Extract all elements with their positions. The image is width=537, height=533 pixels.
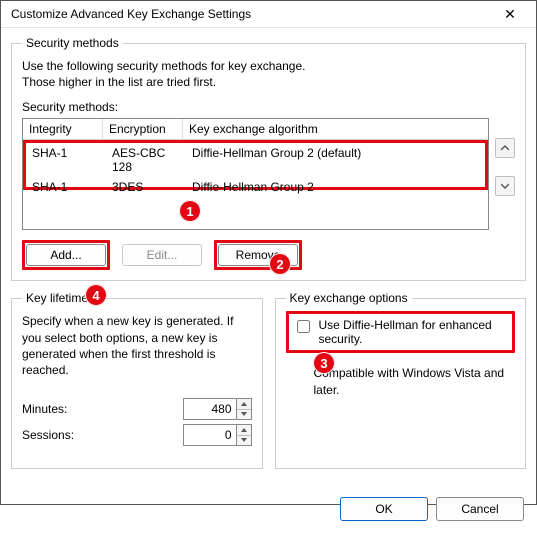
cell-algorithm: Diffie-Hellman Group 2 (default): [186, 143, 485, 177]
dialog-content: Security methods Use the following secur…: [1, 28, 536, 487]
table-row[interactable]: SHA-1 AES-CBC 128 Diffie-Hellman Group 2…: [26, 143, 485, 177]
callout-3: 3: [313, 352, 335, 374]
col-encryption[interactable]: Encryption: [103, 119, 183, 139]
minutes-input[interactable]: [183, 398, 237, 420]
cell-encryption: AES-CBC 128: [106, 143, 186, 177]
table-row[interactable]: SHA-1 3DES Diffie-Hellman Group 2: [26, 177, 485, 197]
list-header: Integrity Encryption Key exchange algori…: [23, 119, 488, 140]
sessions-input[interactable]: [183, 424, 237, 446]
lifetimes-desc: Specify when a new key is generated. If …: [22, 313, 252, 378]
edit-button: Edit...: [122, 244, 202, 266]
key-lifetimes-group: Key lifetimes Specify when a new key is …: [11, 291, 263, 469]
minutes-down-icon[interactable]: [237, 410, 251, 420]
key-exchange-options-group: Key exchange options Use Diffie-Hellman …: [275, 291, 527, 469]
titlebar: Customize Advanced Key Exchange Settings…: [1, 1, 536, 28]
security-intro: Use the following security methods for k…: [22, 58, 515, 90]
security-intro-line2: Those higher in the list are tried first…: [22, 74, 515, 90]
add-button[interactable]: Add...: [26, 244, 106, 266]
dh-option-highlight: Use Diffie-Hellman for enhanced security…: [286, 311, 516, 353]
callout-1: 1: [179, 200, 201, 222]
move-down-button[interactable]: [495, 176, 515, 196]
security-methods-list[interactable]: Integrity Encryption Key exchange algori…: [22, 118, 489, 230]
dh-checkbox-row[interactable]: Use Diffie-Hellman for enhanced security…: [293, 318, 509, 346]
col-algorithm[interactable]: Key exchange algorithm: [183, 119, 488, 139]
reorder-buttons: [495, 138, 515, 196]
close-icon[interactable]: ✕: [492, 5, 528, 23]
callout-4: 4: [85, 284, 107, 306]
minutes-up-icon[interactable]: [237, 399, 251, 410]
key-exchange-options-legend: Key exchange options: [286, 291, 412, 305]
security-methods-legend: Security methods: [22, 36, 123, 50]
add-highlight: Add...: [22, 240, 110, 270]
sessions-spinner[interactable]: [183, 424, 252, 446]
list-body: SHA-1 AES-CBC 128 Diffie-Hellman Group 2…: [23, 140, 488, 190]
dialog-title: Customize Advanced Key Exchange Settings: [11, 7, 251, 21]
callout-2: 2: [269, 253, 291, 275]
dialog-window: Customize Advanced Key Exchange Settings…: [0, 0, 537, 505]
move-up-button[interactable]: [495, 138, 515, 158]
security-intro-line1: Use the following security methods for k…: [22, 58, 515, 74]
cell-integrity: SHA-1: [26, 177, 106, 197]
minutes-spinner[interactable]: [183, 398, 252, 420]
chevron-down-icon: [501, 183, 509, 189]
ok-button[interactable]: OK: [340, 497, 428, 521]
cell-integrity: SHA-1: [26, 143, 106, 177]
security-list-label: Security methods:: [22, 100, 515, 114]
dh-checkbox[interactable]: [297, 320, 310, 333]
security-methods-group: Security methods Use the following secur…: [11, 36, 526, 281]
cell-algorithm: Diffie-Hellman Group 2: [186, 177, 485, 197]
sessions-label: Sessions:: [22, 428, 74, 442]
sessions-up-icon[interactable]: [237, 425, 251, 436]
sessions-down-icon[interactable]: [237, 436, 251, 446]
compat-note: Compatible with Windows Vista and later.: [314, 365, 516, 397]
cancel-button[interactable]: Cancel: [436, 497, 524, 521]
col-integrity[interactable]: Integrity: [23, 119, 103, 139]
cell-encryption: 3DES: [106, 177, 186, 197]
dh-checkbox-label: Use Diffie-Hellman for enhanced security…: [319, 318, 509, 346]
minutes-label: Minutes:: [22, 402, 67, 416]
chevron-up-icon: [501, 145, 509, 151]
dialog-footer: OK Cancel: [1, 487, 536, 533]
